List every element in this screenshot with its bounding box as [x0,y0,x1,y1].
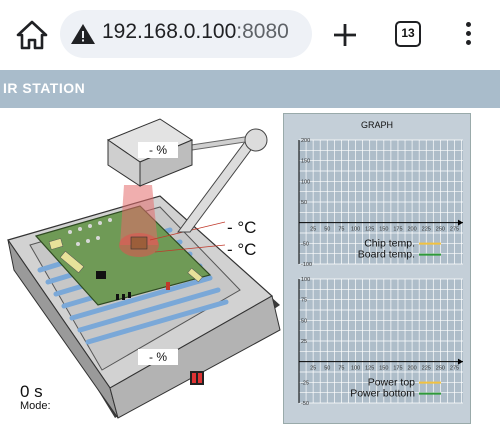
bottom-heater-power: - % [138,349,178,365]
timer: 0 s [20,382,43,401]
temp-x-tick-label: 225 [422,227,431,233]
temp-y-tick-label: 200 [301,138,310,144]
temp-x-tick-label: 150 [379,227,388,233]
power-x-tick-label: 250 [436,366,445,372]
more-vert-icon[interactable] [459,19,477,51]
url-host: 192.168.0.100 [102,20,237,43]
ir-station-illustration [7,118,281,419]
tabs-icon[interactable]: 13 [395,21,421,47]
power-x-tick-label: 75 [338,366,344,372]
power-y-tick-label: 75 [301,298,307,304]
temp-y-tick-label: 50 [301,200,307,206]
url-port: :8080 [236,20,289,43]
top-heater-power: - % [138,142,178,158]
power-x-tick-label: 150 [379,366,388,372]
page-title: IR STATION [3,80,86,96]
power-legend-label: Power bottom [350,388,415,400]
temp-y-tick-label: 150 [301,159,310,165]
temp-x-tick-label: 250 [436,227,445,233]
temp-x-tick-label: 275 [450,227,459,233]
plus-icon[interactable] [330,20,360,50]
power-x-tick-label: 225 [422,366,431,372]
power-x-tick-label: 275 [450,366,459,372]
mode-label: Mode: [20,400,51,412]
power-x-tick-label: 125 [365,366,374,372]
temp-x-tick-label: 50 [324,227,330,233]
temp-x-tick-label: 200 [408,227,417,233]
power-y-tick-label: -25 [301,380,309,386]
url-text[interactable]: 192.168.0.100:8080 [102,20,289,44]
board-temperature: - °C [227,240,257,259]
temp-x-tick-label: 25 [310,227,316,233]
power-y-tick-label: -50 [301,401,309,407]
power-x-tick-label: 200 [408,366,417,372]
power-chart: 25 50 75 100 125 150 175 200 225 250 275 100 75 50 25 -… [298,277,463,407]
temp-x-tick-label: 100 [351,227,360,233]
temp-x-tick-label: 125 [365,227,374,233]
temp-legend-label: Board temp. [358,249,415,261]
power-x-tick-label: 175 [393,366,402,372]
home-icon[interactable] [12,17,52,53]
chip-temperature: - °C [227,218,257,237]
temp-x-tick-label: 175 [393,227,402,233]
power-y-tick-label: 100 [301,277,310,283]
temp-x-tick-label: 75 [338,227,344,233]
power-x-tick-label: 50 [324,366,330,372]
power-x-tick-label: 25 [310,366,316,372]
power-y-tick-label: 25 [301,339,307,345]
temp-y-tick-label: -50 [301,241,309,247]
temperature-chart: 25 50 75 100 125 150 175 200 225 250 275 200 150 100 5… [298,138,463,268]
power-y-tick-label: 50 [301,318,307,324]
temp-y-tick-label: 100 [301,179,310,185]
temp-y-tick-label: -100 [301,262,312,268]
graph-title: GRAPH [360,120,393,130]
power-x-tick-label: 100 [351,366,360,372]
warning-icon[interactable] [70,22,96,46]
